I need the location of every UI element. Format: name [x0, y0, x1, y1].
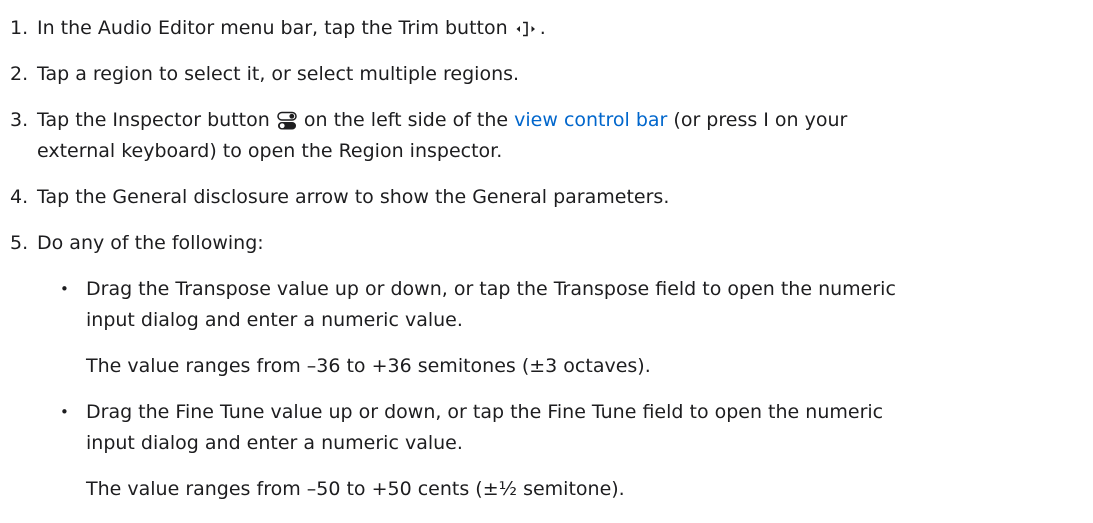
step-text-end: (or press I on your	[673, 109, 848, 131]
bullet-text: Drag the Transpose value up or down, or …	[86, 278, 896, 300]
step-text: Tap the General disclosure arrow to show…	[37, 186, 670, 208]
step-2: 2. Tap a region to select it, or select …	[0, 59, 1093, 89]
instructions-document: 1. In the Audio Editor menu bar, tap the…	[0, 0, 1093, 523]
step-number: 2.	[10, 63, 29, 85]
step-text-middle: on the left side of the	[303, 109, 509, 131]
bullet-dot: •	[60, 403, 69, 421]
bullet-text: Drag the Fine Tune value up or down, or …	[86, 401, 884, 423]
bullet-item: • Drag the Transpose value up or down, o…	[0, 274, 1093, 304]
bullet-note: The value ranges from –36 to +36 semiton…	[86, 355, 651, 377]
step-text: Tap a region to select it, or select mul…	[37, 63, 520, 85]
inspector-icon	[277, 111, 297, 129]
step-1: 1. In the Audio Editor menu bar, tap the…	[0, 13, 1093, 43]
trim-icon	[516, 21, 535, 36]
step-number: 4.	[10, 186, 29, 208]
step-text: In the Audio Editor menu bar, tap the Tr…	[37, 17, 508, 39]
view-control-bar-link[interactable]: view control bar	[514, 109, 667, 131]
step-3-continuation: external keyboard) to open the Region in…	[37, 140, 503, 162]
step-number: 1.	[10, 17, 29, 39]
bullet-dot: •	[60, 280, 69, 298]
bullet-item: • Drag the Fine Tune value up or down, o…	[0, 397, 1093, 427]
step-text-end: .	[539, 17, 546, 39]
step-4: 4. Tap the General disclosure arrow to s…	[0, 182, 1093, 212]
step-5: 5. Do any of the following:	[0, 228, 1093, 258]
step-text: Do any of the following:	[37, 232, 264, 254]
step-3: 3. Tap the Inspector button on the left …	[0, 105, 1093, 135]
step-number: 5.	[10, 232, 29, 254]
bullet-continuation: input dialog and enter a numeric value.	[86, 309, 463, 331]
bullet-note: The value ranges from –50 to +50 cents (…	[86, 478, 625, 500]
step-text: Tap the Inspector button	[37, 109, 270, 131]
bullet-continuation: input dialog and enter a numeric value.	[86, 432, 463, 454]
step-number: 3.	[10, 109, 29, 131]
